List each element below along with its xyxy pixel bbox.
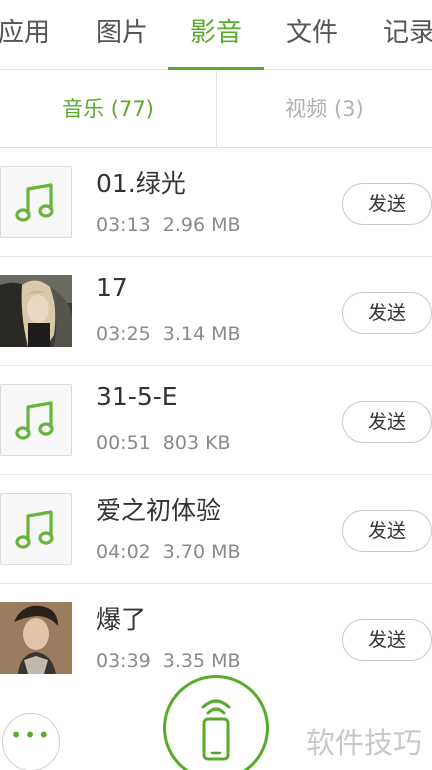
song-row[interactable]: 31-5-E 00:51 803 KB 发送 xyxy=(0,366,432,475)
album-art-photo xyxy=(0,602,72,674)
song-row[interactable]: 17 03:25 3.14 MB 发送 xyxy=(0,257,432,366)
song-row[interactable]: 01.绿光 03:13 2.96 MB 发送 xyxy=(0,148,432,257)
sub-tab-video[interactable]: 视频 (3) xyxy=(217,71,432,147)
music-note-icon xyxy=(0,384,72,456)
sub-tab-music[interactable]: 音乐 (77) xyxy=(0,71,216,147)
song-size: 2.96 MB xyxy=(162,214,241,236)
connect-phone-button[interactable] xyxy=(163,675,269,770)
music-note-icon xyxy=(0,166,72,238)
send-button[interactable]: 发送 xyxy=(342,292,432,334)
tab-media[interactable]: 影音 xyxy=(188,0,244,70)
phone-signal-icon xyxy=(201,699,231,761)
song-meta: 04:02 3.70 MB xyxy=(96,541,241,563)
song-meta: 00:51 803 KB xyxy=(96,432,231,454)
song-meta: 03:39 3.35 MB xyxy=(96,650,241,672)
send-button[interactable]: 发送 xyxy=(342,510,432,552)
song-size: 803 KB xyxy=(162,432,231,454)
song-title: 31-5-E xyxy=(96,382,178,411)
more-button[interactable]: ••• xyxy=(2,713,60,770)
song-duration: 03:13 xyxy=(96,214,151,236)
top-tab-bar: 应用 图片 影音 文件 记录 xyxy=(0,0,432,70)
song-title: 爱之初体验 xyxy=(96,496,222,525)
media-sub-tabs: 音乐 (77) 视频 (3) xyxy=(0,71,432,148)
song-meta: 03:13 2.96 MB xyxy=(96,214,241,236)
send-button[interactable]: 发送 xyxy=(342,401,432,443)
active-tab-indicator xyxy=(168,67,264,70)
music-note-icon xyxy=(0,493,72,565)
watermark-text: 软件技巧 xyxy=(306,726,423,760)
tab-records[interactable]: 记录 xyxy=(381,0,432,70)
song-title: 爆了 xyxy=(96,605,147,634)
song-list[interactable]: 01.绿光 03:13 2.96 MB 发送 17 03:25 3.14 MB 发送 xyxy=(0,148,432,688)
tab-files[interactable]: 文件 xyxy=(284,0,340,70)
song-duration: 04:02 xyxy=(96,541,151,563)
song-duration: 03:25 xyxy=(96,323,151,345)
song-size: 3.70 MB xyxy=(162,541,241,563)
song-meta: 03:25 3.14 MB xyxy=(96,323,241,345)
song-size: 3.35 MB xyxy=(162,650,241,672)
tab-apps[interactable]: 应用 xyxy=(0,0,52,70)
song-title: 01.绿光 xyxy=(96,169,186,198)
more-dots-icon: ••• xyxy=(10,723,52,747)
song-duration: 03:39 xyxy=(96,650,151,672)
tab-images[interactable]: 图片 xyxy=(94,0,150,70)
song-row[interactable]: 爱之初体验 04:02 3.70 MB 发送 xyxy=(0,475,432,584)
bottom-action-bar: ••• 软件技巧 xyxy=(0,675,432,770)
song-row[interactable]: 爆了 03:39 3.35 MB 发送 xyxy=(0,584,432,688)
send-button[interactable]: 发送 xyxy=(342,619,432,661)
send-button[interactable]: 发送 xyxy=(342,183,432,225)
song-title: 17 xyxy=(96,273,128,302)
song-size: 3.14 MB xyxy=(162,323,241,345)
song-duration: 00:51 xyxy=(96,432,151,454)
album-art-photo xyxy=(0,275,72,347)
